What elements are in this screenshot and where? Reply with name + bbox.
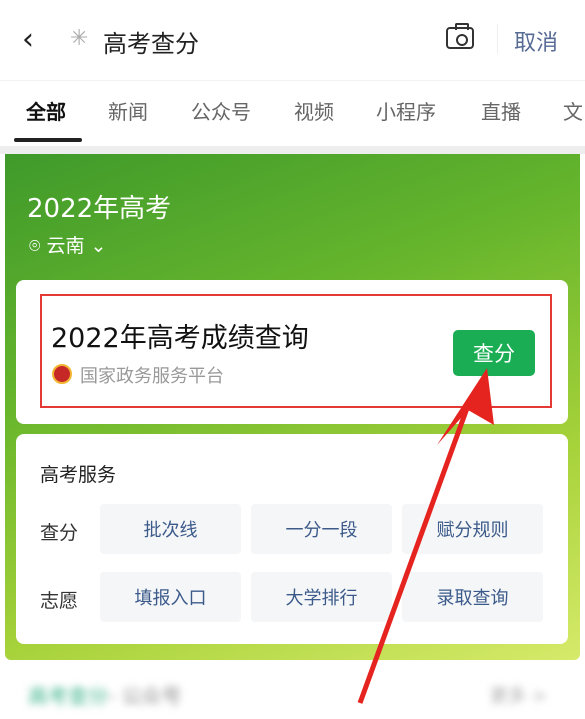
arrow-head [437, 368, 494, 445]
arrow-shaft [357, 399, 473, 704]
annotation-arrow [357, 368, 494, 704]
